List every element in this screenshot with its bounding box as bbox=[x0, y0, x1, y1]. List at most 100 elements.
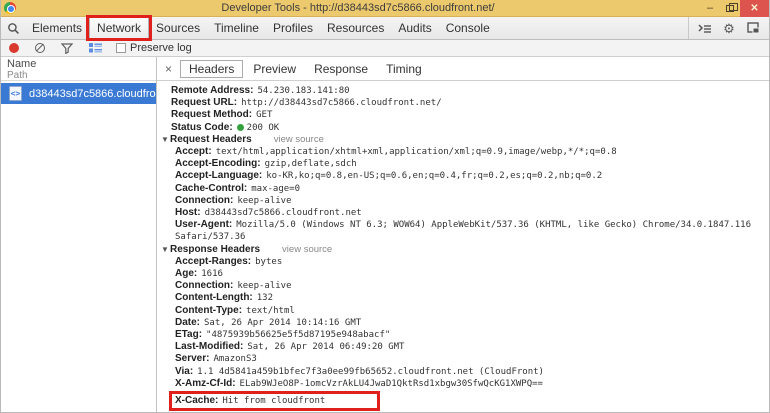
header-name: X-Cache: bbox=[175, 395, 218, 406]
response-headers-section: ▼Response Headers view source bbox=[157, 244, 769, 256]
summary-row: Request URL:http://d38443sd7c5866.cloudf… bbox=[157, 97, 769, 109]
header-value: bytes bbox=[255, 257, 282, 267]
window-controls: – ✕ bbox=[700, 0, 769, 16]
tab-network[interactable]: Network bbox=[89, 17, 149, 39]
header-value: http://d38443sd7c5866.cloudfront.net/ bbox=[241, 98, 441, 108]
header-name: Cache-Control: bbox=[175, 183, 247, 194]
header-value: "4875939b56625e5f5d87195e948abacf" bbox=[206, 330, 390, 340]
header-name: ETag: bbox=[175, 329, 202, 340]
header-row: Server: AmazonS3 bbox=[157, 353, 769, 365]
header-value: d38443sd7c5866.cloudfront.net bbox=[205, 208, 362, 218]
header-name: Content-Type: bbox=[175, 305, 242, 316]
clear-icon[interactable] bbox=[35, 43, 45, 53]
header-value: AmazonS3 bbox=[213, 354, 256, 364]
requests-sidebar: Name Path <> d38443sd7c5866.cloudfro... bbox=[1, 57, 157, 413]
header-value: ko-KR,ko;q=0.8,en-US;q=0.6,en;q=0.4,fr;q… bbox=[266, 171, 602, 181]
annotation-box-x-cache: X-Cache:Hit from cloudfront bbox=[169, 391, 380, 411]
settings-button[interactable]: ⚙ bbox=[717, 17, 741, 39]
console-drawer-icon bbox=[698, 23, 712, 34]
request-detail-pane: × Headers Preview Response Timing Remote… bbox=[157, 57, 769, 413]
dock-to-window-icon bbox=[747, 22, 760, 34]
header-value: text/html,application/xhtml+xml,applicat… bbox=[216, 147, 617, 157]
chrome-icon bbox=[4, 2, 16, 14]
tab-resources[interactable]: Resources bbox=[320, 17, 391, 39]
search-button[interactable] bbox=[1, 17, 25, 39]
headers-content: Remote Address:54.230.183.141:80 Request… bbox=[157, 81, 769, 413]
header-name: Via: bbox=[175, 366, 193, 377]
header-name: Remote Address: bbox=[171, 85, 253, 96]
tab-audits[interactable]: Audits bbox=[391, 17, 438, 39]
detail-tab-headers[interactable]: Headers bbox=[180, 60, 243, 78]
header-name: Status Code: bbox=[171, 122, 233, 133]
detail-tab-timing[interactable]: Timing bbox=[378, 61, 430, 77]
tab-network-label: Network bbox=[97, 21, 141, 35]
header-row: Accept-Encoding: gzip,deflate,sdch bbox=[157, 158, 769, 170]
header-name: Host: bbox=[175, 207, 201, 218]
view-source-link[interactable]: view source bbox=[274, 134, 324, 145]
filter-icon[interactable] bbox=[61, 43, 73, 54]
small-resource-rows-icon[interactable] bbox=[89, 43, 102, 53]
detail-tab-preview[interactable]: Preview bbox=[245, 61, 304, 77]
network-toolbar: Preserve log bbox=[1, 40, 769, 57]
record-icon[interactable] bbox=[9, 43, 19, 53]
requests-column-header[interactable]: Name Path bbox=[1, 57, 156, 81]
tab-sources[interactable]: Sources bbox=[149, 17, 207, 39]
header-row: ETag: "4875939b56625e5f5d87195e948abacf" bbox=[157, 329, 769, 341]
request-label: d38443sd7c5866.cloudfro... bbox=[29, 88, 156, 100]
preserve-log-checkbox[interactable] bbox=[116, 43, 126, 53]
disclosure-triangle-icon[interactable]: ▼ bbox=[161, 134, 170, 146]
header-name: Date: bbox=[175, 317, 200, 328]
header-value: keep-alive bbox=[237, 196, 291, 206]
header-name: Age: bbox=[175, 268, 197, 279]
header-row: Connection: keep-alive bbox=[157, 195, 769, 207]
tab-elements[interactable]: Elements bbox=[25, 17, 89, 39]
header-name: Accept-Encoding: bbox=[175, 158, 261, 169]
header-row: Last-Modified:Sat, 26 Apr 2014 06:49:20 … bbox=[157, 341, 769, 353]
preserve-log-label: Preserve log bbox=[130, 40, 192, 56]
tab-console[interactable]: Console bbox=[439, 17, 497, 39]
column-header-path: Path bbox=[7, 70, 156, 81]
header-row: Accept-Ranges: bytes bbox=[157, 256, 769, 268]
header-name: Server: bbox=[175, 353, 209, 364]
header-value: Sat, 26 Apr 2014 06:49:20 GMT bbox=[247, 342, 404, 352]
header-name: User-Agent: bbox=[175, 219, 232, 230]
header-value: 1616 bbox=[201, 269, 223, 279]
header-value: Mozilla/5.0 (Windows NT 6.3; WOW64) Appl… bbox=[175, 220, 751, 242]
show-console-drawer-button[interactable] bbox=[693, 17, 717, 39]
header-name: Accept-Ranges: bbox=[175, 256, 251, 267]
document-code-icon: <> bbox=[9, 86, 22, 101]
window-title: Developer Tools - http://d38443sd7c5866.… bbox=[16, 0, 700, 16]
dock-button[interactable] bbox=[741, 17, 765, 39]
header-value: ELab9WJeO8P-1omcVzrAkLU4JwaD1QktRsd1xbgw… bbox=[240, 379, 543, 389]
request-list-item[interactable]: <> d38443sd7c5866.cloudfro... bbox=[1, 83, 156, 104]
restore-button[interactable] bbox=[720, 0, 740, 16]
header-name: Accept-Language: bbox=[175, 170, 262, 181]
header-value: text/html bbox=[246, 306, 295, 316]
header-row: Date: Sat, 26 Apr 2014 10:14:16 GMT bbox=[157, 317, 769, 329]
header-value: gzip,deflate,sdch bbox=[265, 159, 357, 169]
close-button[interactable]: ✕ bbox=[740, 0, 769, 17]
detail-tab-response[interactable]: Response bbox=[306, 61, 376, 77]
detail-tabbar: × Headers Preview Response Timing bbox=[157, 57, 769, 81]
close-detail-icon[interactable]: × bbox=[163, 62, 180, 76]
minimize-button[interactable]: – bbox=[700, 0, 720, 16]
network-panel: Name Path <> d38443sd7c5866.cloudfro... … bbox=[1, 57, 769, 413]
header-name: Content-Length: bbox=[175, 292, 253, 303]
view-source-link[interactable]: view source bbox=[282, 244, 332, 255]
header-value: GET bbox=[256, 110, 272, 120]
header-name: Connection: bbox=[175, 195, 233, 206]
header-row: Via:1.1 4d5841a459b1bfec7f3a0ee99fb65652… bbox=[157, 366, 769, 378]
header-row: Cache-Control:max-age=0 bbox=[157, 183, 769, 195]
devtools-tabbar: Elements Network Sources Timeline Profil… bbox=[1, 17, 769, 40]
header-value: Sat, 26 Apr 2014 10:14:16 GMT bbox=[204, 318, 361, 328]
section-title: Response Headers bbox=[170, 244, 260, 255]
header-row: Age: 1616 bbox=[157, 268, 769, 280]
request-headers-section: ▼Request Headersview source bbox=[157, 134, 769, 146]
disclosure-triangle-icon[interactable]: ▼ bbox=[161, 244, 170, 256]
header-row: Accept:text/html,application/xhtml+xml,a… bbox=[157, 146, 769, 158]
header-row: User-Agent:Mozilla/5.0 (Windows NT 6.3; … bbox=[157, 219, 769, 243]
header-row: Content-Length:132 bbox=[157, 292, 769, 304]
tabbar-right-icons: ⚙ bbox=[688, 17, 769, 39]
tab-timeline[interactable]: Timeline bbox=[207, 17, 266, 39]
tab-profiles[interactable]: Profiles bbox=[266, 17, 320, 39]
